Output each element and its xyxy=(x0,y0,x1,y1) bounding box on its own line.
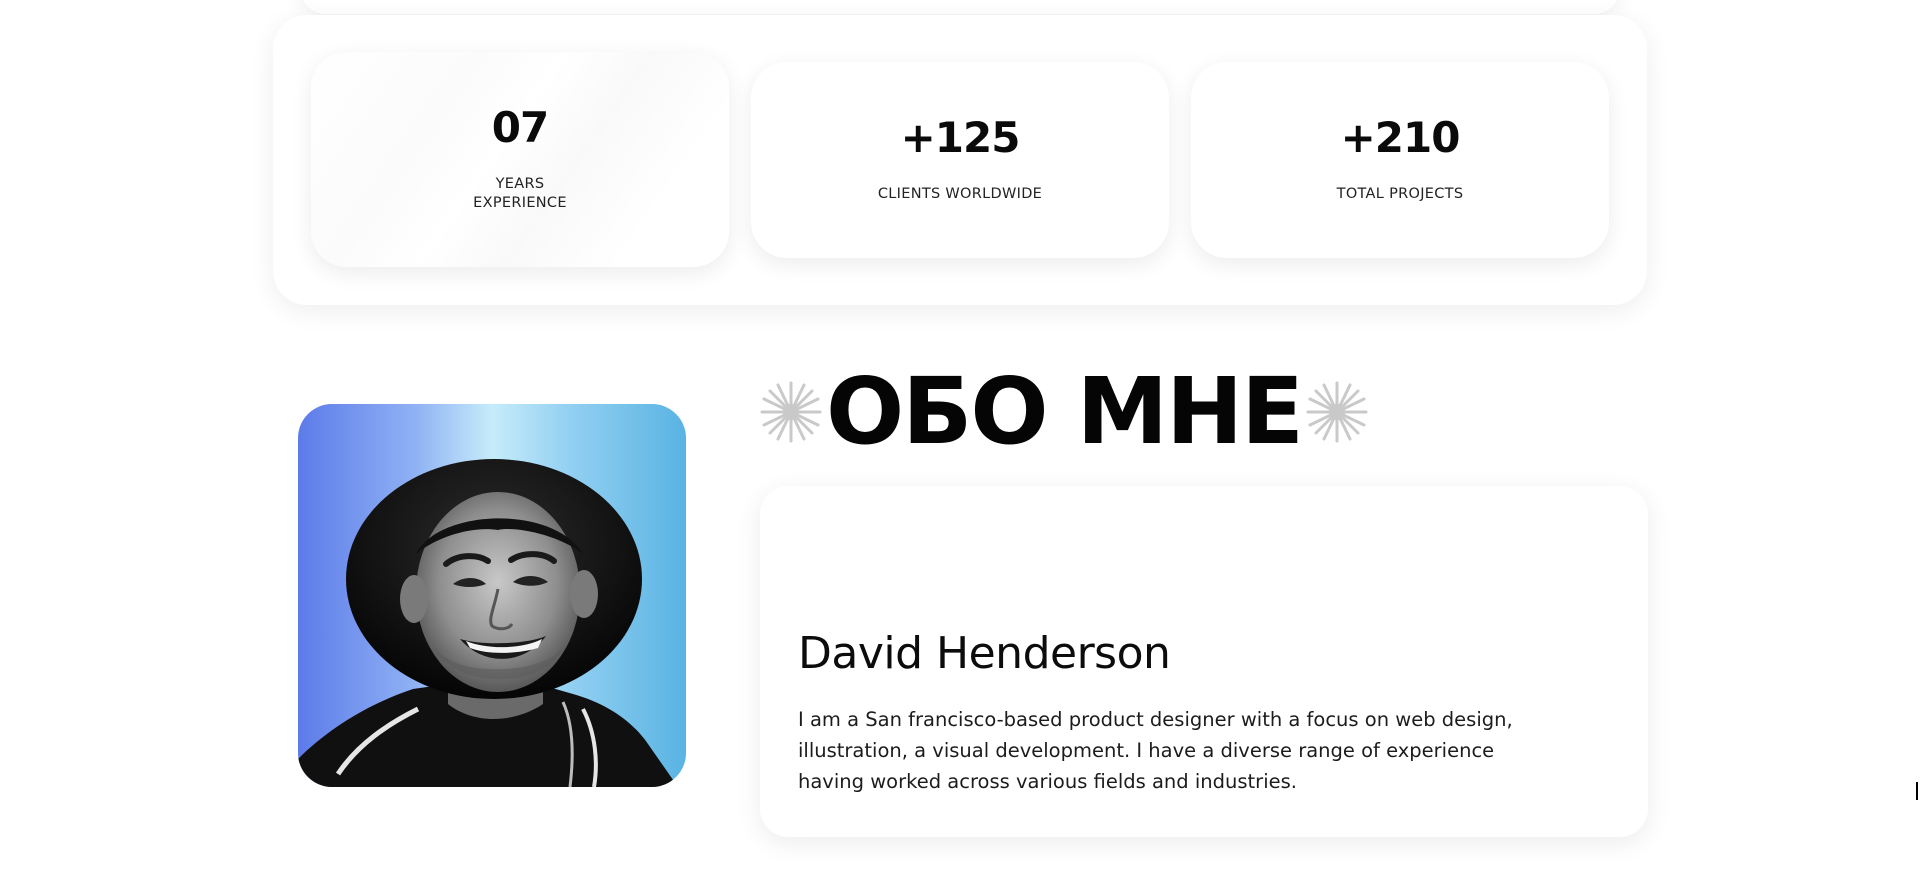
profile-photo xyxy=(298,404,686,787)
previous-section-edge xyxy=(300,0,1620,14)
page-title: ОБО МНЕ xyxy=(826,358,1304,465)
sparkle-icon xyxy=(1306,381,1368,443)
stat-card-projects: +210 TOTAL PROJECTS xyxy=(1191,62,1609,258)
stats-section: 07 YEARS EXPERIENCE +125 CLIENTS WORLDWI… xyxy=(273,15,1647,305)
stat-label: YEARS EXPERIENCE xyxy=(473,175,567,211)
avatar xyxy=(298,459,678,787)
about-heading: ОБО МНЕ xyxy=(760,362,1368,462)
profile-bio: I am a San francisco-based product desig… xyxy=(798,708,1513,793)
text-cursor xyxy=(1916,782,1918,800)
stat-value: +210 xyxy=(1340,112,1461,162)
stat-card-clients: +125 CLIENTS WORLDWIDE xyxy=(751,62,1169,258)
stat-value: 07 xyxy=(491,102,549,152)
about-card: David Henderson I am a San francisco-bas… xyxy=(760,486,1648,837)
stat-label: CLIENTS WORLDWIDE xyxy=(877,185,1043,202)
sparkle-icon xyxy=(760,381,822,443)
stat-value: +125 xyxy=(900,112,1021,162)
profile-name: David Henderson xyxy=(798,628,1171,679)
stat-card-experience: 07 YEARS EXPERIENCE xyxy=(311,52,729,267)
page: 07 YEARS EXPERIENCE +125 CLIENTS WORLDWI… xyxy=(0,0,1920,869)
stat-label: TOTAL PROJECTS xyxy=(1336,185,1464,202)
